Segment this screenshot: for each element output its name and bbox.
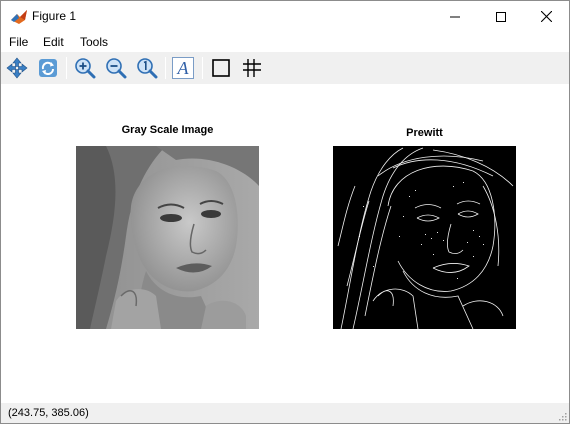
minimize-button[interactable] <box>432 1 478 32</box>
zoom-reset-button[interactable] <box>135 56 159 80</box>
text-icon: A <box>172 57 194 79</box>
window-title: Figure 1 <box>32 9 77 23</box>
grayscale-image <box>76 146 259 329</box>
close-button[interactable] <box>523 1 569 32</box>
menu-file[interactable]: File <box>9 35 28 49</box>
box-icon <box>212 59 230 77</box>
box-button[interactable] <box>209 56 233 80</box>
grid-icon <box>243 59 261 77</box>
zoom-in-icon <box>75 58 96 79</box>
toolbar-separator <box>165 57 166 79</box>
status-bar: (243.75, 385.06) <box>1 403 569 423</box>
title-bar[interactable]: Figure 1 <box>1 1 569 32</box>
rotate-button[interactable] <box>36 56 60 80</box>
zoom-out-button[interactable] <box>104 56 128 80</box>
toolbar-separator <box>202 57 203 79</box>
toolbar: A <box>1 52 569 84</box>
menu-bar: File Edit Tools <box>1 32 569 52</box>
left-axes-title: Gray Scale Image <box>121 124 214 136</box>
menu-tools[interactable]: Tools <box>80 35 108 49</box>
svg-text:A: A <box>177 58 190 78</box>
cursor-coordinates: (243.75, 385.06) <box>8 407 89 419</box>
pan-button[interactable] <box>5 56 29 80</box>
zoom-in-button[interactable] <box>73 56 97 80</box>
text-tool-button[interactable]: A <box>171 56 195 80</box>
minimize-icon <box>450 16 460 17</box>
toolbar-separator <box>66 57 67 79</box>
grid-button[interactable] <box>240 56 264 80</box>
pan-icon <box>6 57 28 79</box>
figure-canvas[interactable]: Gray Scale Image Prewitt <box>1 84 569 403</box>
right-axes-title: Prewitt <box>406 127 443 139</box>
matlab-icon <box>10 8 28 26</box>
maximize-icon <box>496 11 506 22</box>
zoom-out-icon <box>106 58 127 79</box>
figure-window: Figure 1 File Edit Tools A Gray Scale Im… <box>0 0 570 424</box>
menu-edit[interactable]: Edit <box>43 35 64 49</box>
maximize-button[interactable] <box>478 1 524 32</box>
rotate-icon <box>39 59 57 77</box>
zoom-reset-icon <box>137 58 158 79</box>
prewitt-edge-image <box>333 146 516 329</box>
resize-grip-icon[interactable] <box>557 411 567 421</box>
close-icon <box>540 11 552 22</box>
